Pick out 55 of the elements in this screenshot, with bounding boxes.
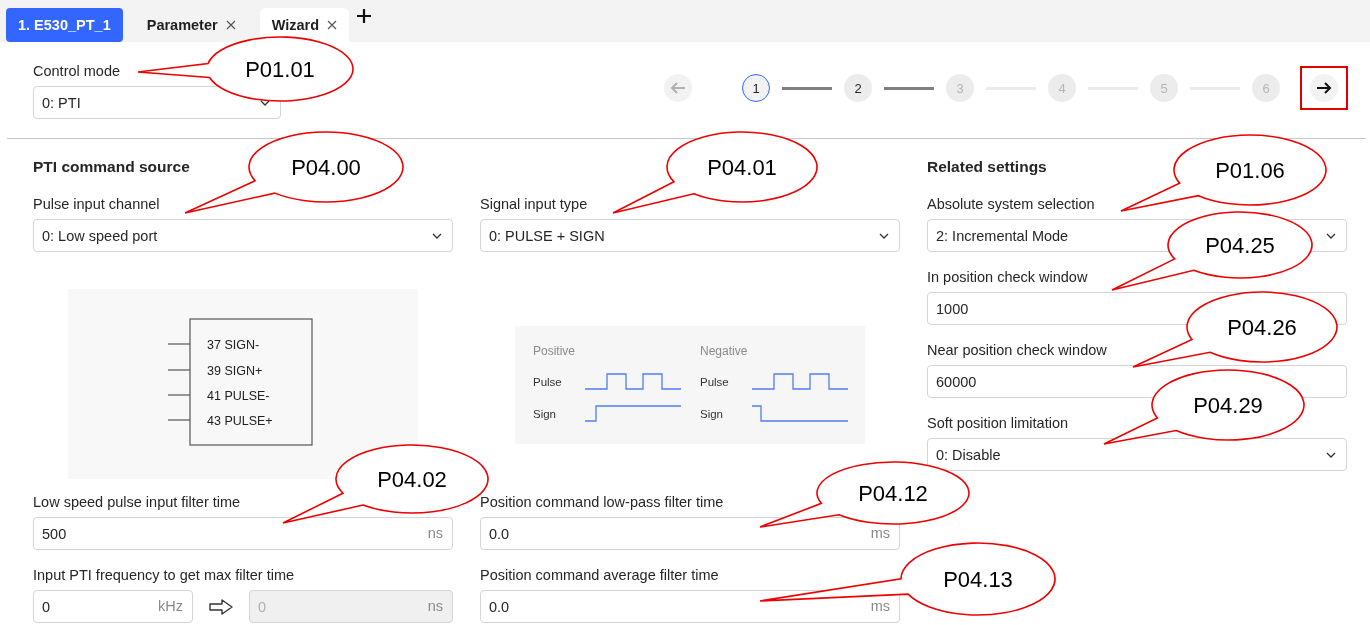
- right-arrow-icon: [1316, 82, 1332, 94]
- panel-title: Negative: [700, 344, 748, 358]
- field-label: Signal input type: [480, 195, 588, 213]
- tab[interactable]: Parameter: [134, 8, 248, 42]
- signal-label: Sign: [533, 408, 557, 420]
- panel-title: Positive: [533, 344, 576, 358]
- close-icon[interactable]: [327, 20, 338, 30]
- unit-label: ns: [427, 598, 443, 615]
- signal-label: Pulse: [700, 376, 729, 388]
- field-label: Position command average filter time: [480, 566, 719, 584]
- signal-label: Pulse: [533, 376, 562, 388]
- step-indicator[interactable]: 2: [844, 74, 872, 102]
- field-label: Near position check window: [927, 341, 1107, 359]
- chevron-icon: [432, 232, 442, 239]
- chevron-icon: [1326, 232, 1336, 239]
- signal-label: Sign: [700, 408, 724, 420]
- pin-label: 39 SIGN+: [207, 363, 263, 378]
- section-heading: Related settings: [927, 157, 1047, 177]
- callout-label: P04.01: [707, 155, 777, 180]
- step-indicator[interactable]: 1: [742, 74, 770, 102]
- field-label: Input PTI frequency to get max filter time: [33, 566, 295, 584]
- dropdown[interactable]: 0: Low speed port: [33, 219, 453, 252]
- pin-label: 41 PULSE-: [207, 388, 270, 403]
- field-label: Soft position limitation: [927, 414, 1069, 432]
- unit-label: ns: [427, 525, 443, 542]
- unit-label: kHz: [158, 598, 183, 615]
- callout-label: P04.13: [943, 567, 1013, 592]
- next-button[interactable]: [1310, 74, 1338, 102]
- field-label: In position check window: [927, 268, 1088, 286]
- chevron-icon: [879, 232, 889, 239]
- callout-label: P01.06: [1215, 158, 1285, 183]
- field-label: Position command low-pass filter time: [480, 493, 724, 511]
- callout-label: P04.12: [858, 481, 928, 506]
- dropdown[interactable]: 0: PULSE + SIGN: [480, 219, 900, 252]
- dropdown[interactable]: 0: PTI: [33, 86, 281, 119]
- pin-label: 37 SIGN-: [207, 337, 260, 352]
- field-label: Absolute system selection: [927, 195, 1095, 213]
- section-heading: PTI command source: [33, 157, 190, 177]
- callout-label: P01.01: [245, 57, 315, 82]
- field-label: Low speed pulse input filter time: [33, 493, 241, 511]
- callout-label: P04.00: [291, 155, 361, 180]
- dropdown[interactable]: 0: Disable: [927, 438, 1347, 471]
- chevron-icon: [1326, 451, 1336, 458]
- field-label: Pulse input channel: [33, 195, 160, 213]
- unit-label: ms: [870, 525, 890, 542]
- pin-label: 43 PULSE+: [207, 413, 273, 428]
- field-label: Control mode: [33, 62, 121, 80]
- unit-label: ms: [870, 598, 890, 615]
- left-arrow-icon: [670, 82, 686, 94]
- tab[interactable]: 1. E530_PT_1: [6, 8, 123, 42]
- tab[interactable]: Wizard: [259, 8, 350, 42]
- callout-label: P04.02: [377, 467, 447, 492]
- arrow-icon: [209, 598, 233, 615]
- close-icon[interactable]: [225, 20, 236, 30]
- add-tab-icon[interactable]: [357, 9, 372, 23]
